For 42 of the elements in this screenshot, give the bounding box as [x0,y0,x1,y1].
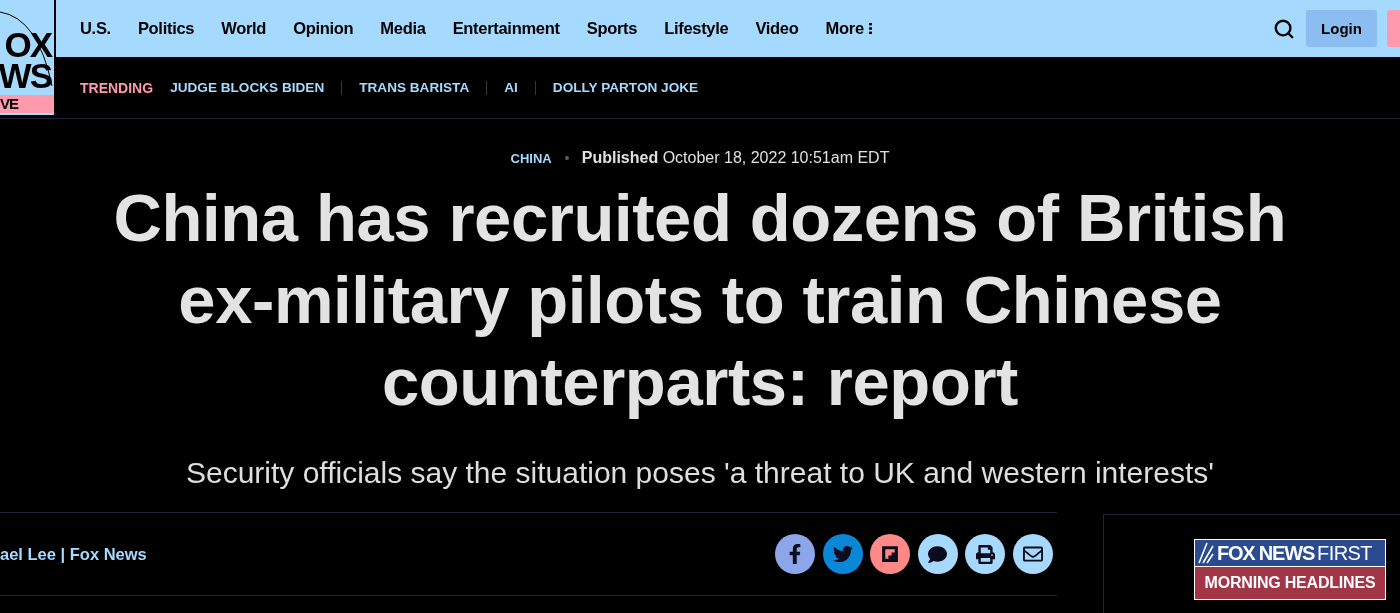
logo-live-label: VE [0,95,54,113]
share-button[interactable] [965,534,1006,574]
article-headline: China has recruited dozens of British ex-military pilots to train Chinese counterparts: report [112,179,1288,421]
nav-link[interactable]: Lifestyle [664,19,729,38]
trending-label: TRENDING [80,79,154,96]
share-button[interactable] [775,534,816,574]
nav-link[interactable]: Entertainment [452,19,560,38]
nav-link[interactable]: U.S. [80,19,111,38]
comments-icon [928,544,948,564]
twitter-icon [832,544,853,564]
nav-link[interactable]: Politics [137,19,195,38]
share-button[interactable] [870,534,911,574]
trending-link[interactable]: AI [504,80,518,95]
byline-link[interactable]: ael Lee | Fox News [0,544,147,564]
slashes-icon [1198,542,1214,564]
email-icon [1023,544,1043,564]
trending-link[interactable]: TRANS BARISTA [359,80,470,95]
nav-link[interactable]: World [221,19,267,38]
article-subheadline: Security officials say the situation poses 'a threat to UK and western interests' [185,456,1215,490]
share-button[interactable] [917,534,958,574]
print-icon [975,544,995,564]
search-button[interactable] [1273,17,1295,40]
nav-link[interactable]: Media [380,19,426,38]
flipboard-icon [881,545,900,563]
vertical-dots-icon [868,23,872,34]
nav-link[interactable]: Opinion [293,19,354,38]
dot-icon [564,156,569,160]
share-button[interactable] [1013,534,1053,574]
nav-link[interactable]: Sports [586,19,638,38]
banner-edition: FIRST [1317,541,1372,565]
trending-link[interactable]: JUDGE BLOCKS BIDEN [170,80,325,95]
search-icon [1273,17,1295,40]
logo-word: OX [4,29,53,60]
nav-link[interactable]: Video [755,19,799,38]
login-button[interactable]: Login [1306,10,1377,47]
category-link[interactable]: CHINA [510,150,552,166]
trending-link[interactable]: DOLLY PARTON JOKE [552,80,699,95]
more-menu-link[interactable]: More [825,19,872,38]
banner-brand: FOX NEWS [1217,541,1315,565]
published-date: Published October 18, 2022 10:51am EDT [581,149,890,167]
newsletter-banner[interactable]: FOX NEWSFIRST MORNING HEADLINES [1194,539,1386,600]
banner-title: MORNING HEADLINES [1195,567,1385,599]
